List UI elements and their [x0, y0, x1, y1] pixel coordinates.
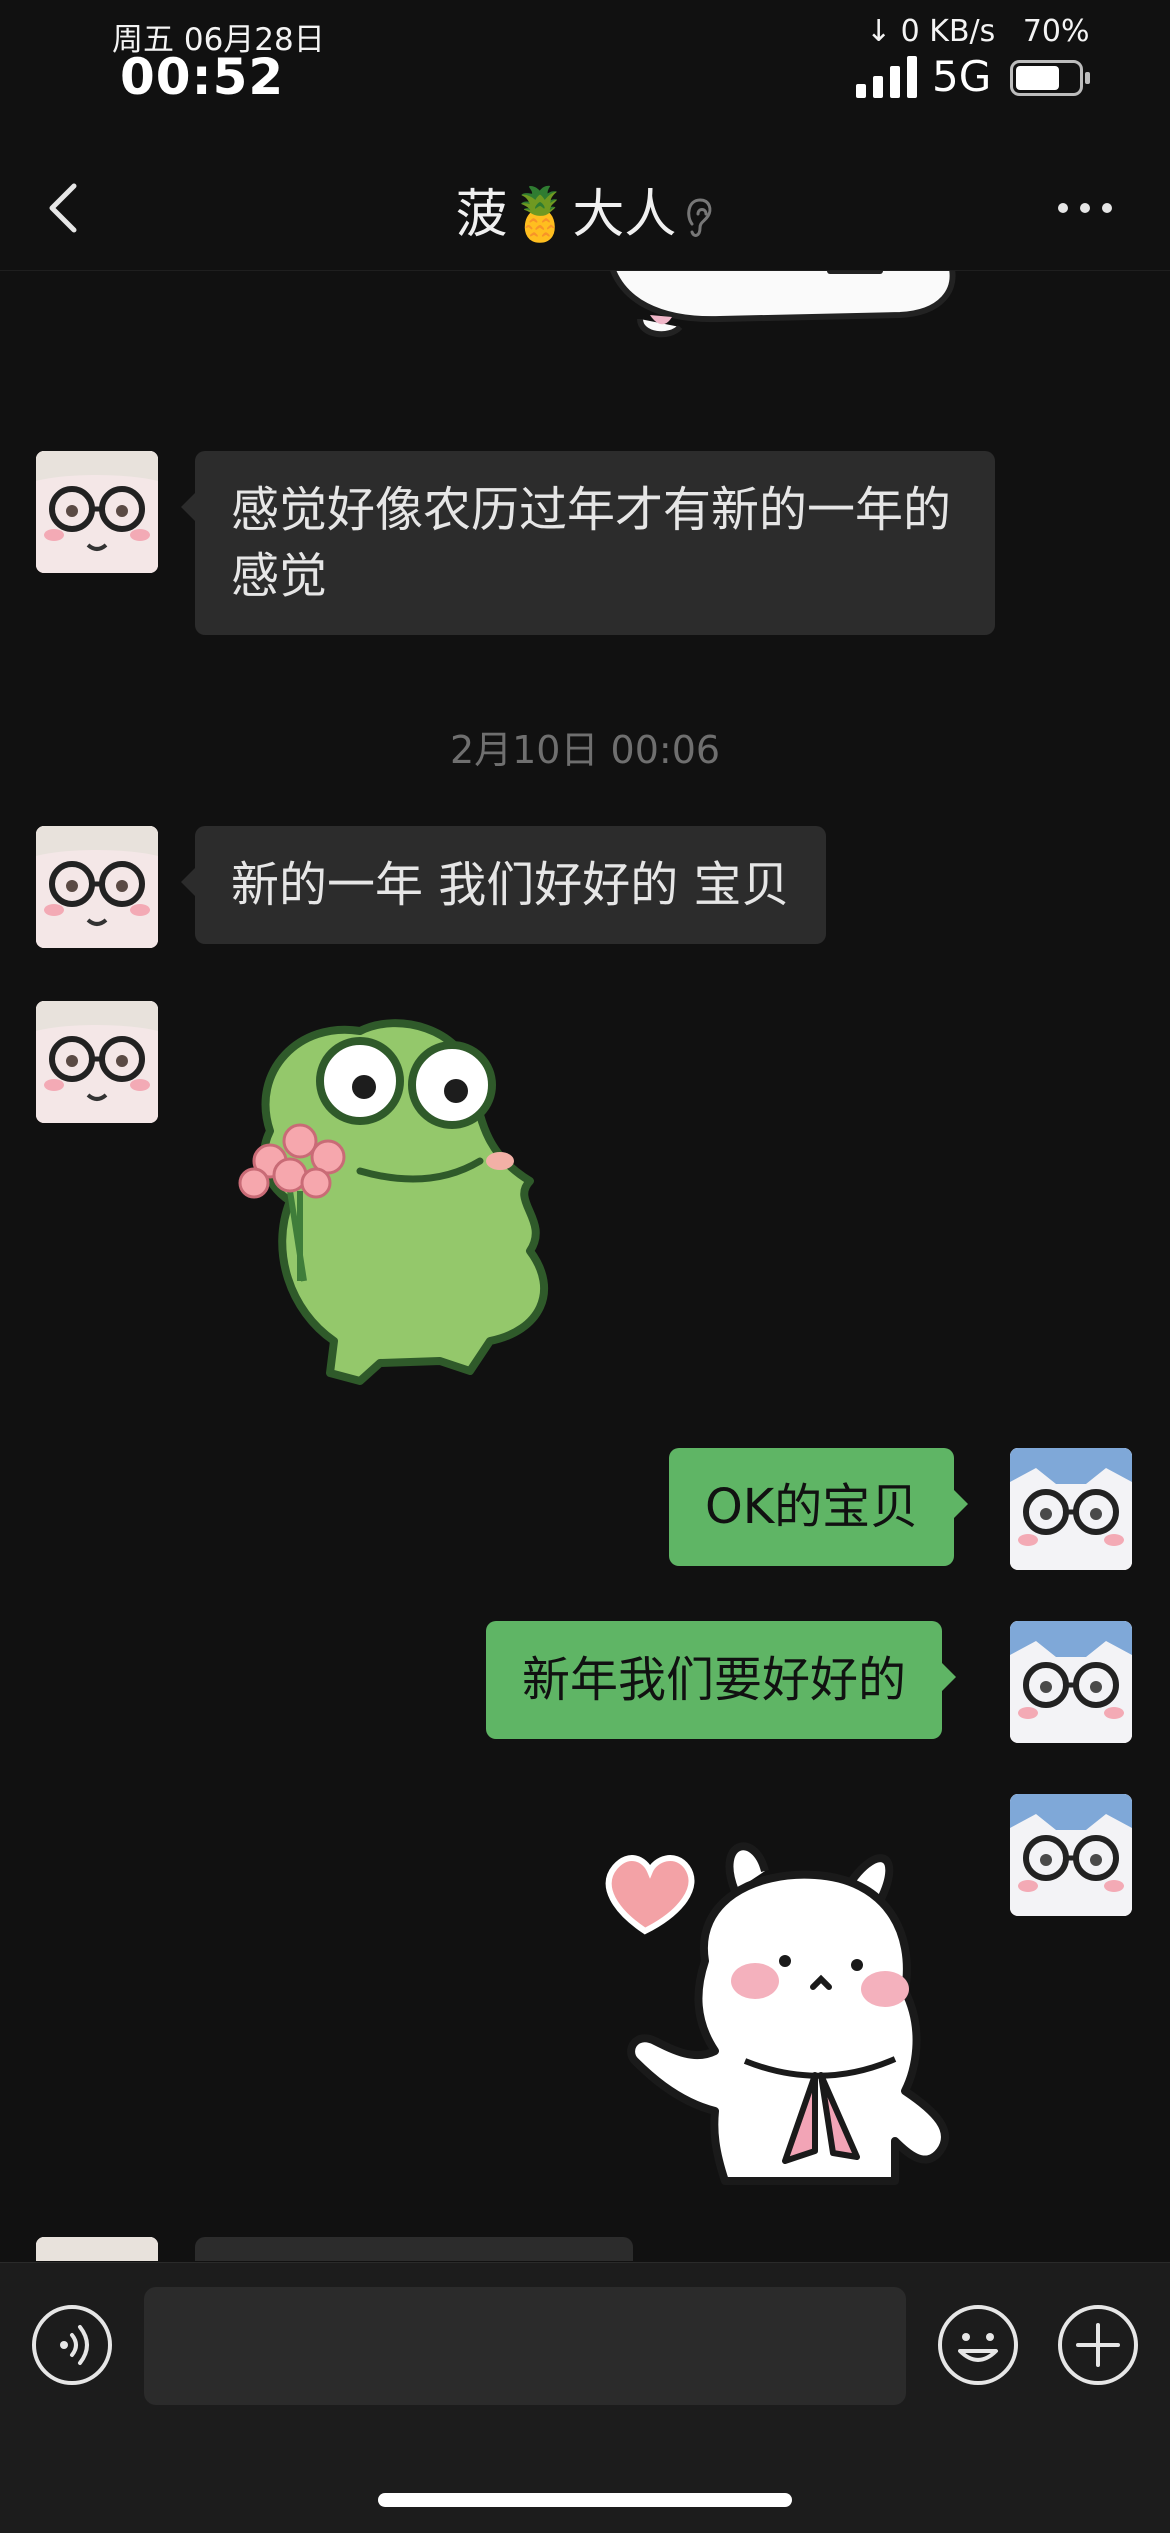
- emoji-icon[interactable]: [936, 2303, 1020, 2387]
- message-bubble-sent[interactable]: OK的宝贝: [669, 1448, 969, 1566]
- avatar-contact[interactable]: [36, 2237, 158, 2261]
- frog-with-flowers-sticker[interactable]: [230, 1011, 590, 1391]
- home-indicator[interactable]: [378, 2493, 792, 2507]
- message-text: OK的宝贝: [705, 1479, 919, 1535]
- battery-icon: [1010, 60, 1090, 96]
- status-time: 00:52: [120, 48, 285, 106]
- input-bar: [0, 2262, 1170, 2533]
- status-speed-text: ↓ 0 KB/s: [866, 14, 996, 49]
- avatar-self[interactable]: [1010, 1621, 1132, 1743]
- bubble-tail: [181, 493, 195, 521]
- avatar-contact[interactable]: [36, 826, 158, 948]
- voice-icon[interactable]: [30, 2303, 114, 2387]
- message-text: 感觉好像农历过年才有新的一年的感觉: [231, 482, 952, 604]
- avatar-contact[interactable]: [36, 1001, 158, 1123]
- message-list[interactable]: 感觉好像农历过年才有新的一年的感觉 2月10日 00:06 新的一年 我们好好的…: [0, 271, 1170, 2261]
- avatar-self[interactable]: [1010, 1448, 1132, 1570]
- status-speed: ↓ 0 KB/s 70%: [866, 14, 1090, 49]
- avatar-self[interactable]: [1010, 1794, 1132, 1916]
- signal-icon: [856, 56, 917, 98]
- bubble-tail: [942, 1663, 957, 1691]
- message-input[interactable]: [144, 2287, 906, 2405]
- more-dots-icon[interactable]: [1055, 198, 1115, 218]
- message-text: 新的一年 我们好好的 宝贝: [231, 857, 790, 913]
- avatar-blue-cat-glasses-image: [1010, 1448, 1132, 1570]
- ear-icon: [687, 198, 712, 237]
- bubble-tail: [954, 1490, 969, 1518]
- network-type: 5G: [932, 52, 992, 101]
- status-bar: 周五 06月28日 00:52 ↓ 0 KB/s 70% 5G: [0, 0, 1170, 140]
- message-bubble-partial[interactable]: [195, 2237, 633, 2261]
- avatar-cat-glasses-image: [36, 451, 158, 573]
- partial-sticker[interactable]: [600, 271, 970, 351]
- chat-title: 菠🍍大人: [0, 172, 1170, 247]
- bunny-with-heart-sticker[interactable]: [595, 1831, 975, 2201]
- avatar-blue-cat-glasses-image: [1010, 1621, 1132, 1743]
- avatar-contact[interactable]: [36, 451, 158, 573]
- message-bubble-received[interactable]: 新的一年 我们好好的 宝贝: [181, 826, 826, 944]
- avatar-cat-glasses-image: [36, 826, 158, 948]
- bubble-tail: [181, 868, 195, 896]
- message-text: 新年我们要好好的: [522, 1652, 907, 1708]
- avatar-cat-glasses-image: [36, 1001, 158, 1123]
- status-battery-text: 70%: [1022, 14, 1090, 49]
- avatar-cat-glasses-image: [36, 2237, 158, 2261]
- message-timestamp: 2月10日 00:06: [449, 728, 721, 772]
- message-bubble-sent[interactable]: 新年我们要好好的: [486, 1621, 957, 1739]
- contact-name: 菠🍍大人: [455, 185, 677, 245]
- plus-icon[interactable]: [1056, 2303, 1140, 2387]
- avatar-blue-cat-glasses-image: [1010, 1794, 1132, 1916]
- message-bubble-received[interactable]: 感觉好像农历过年才有新的一年的感觉: [181, 451, 995, 635]
- chat-header: 菠🍍大人: [0, 150, 1170, 271]
